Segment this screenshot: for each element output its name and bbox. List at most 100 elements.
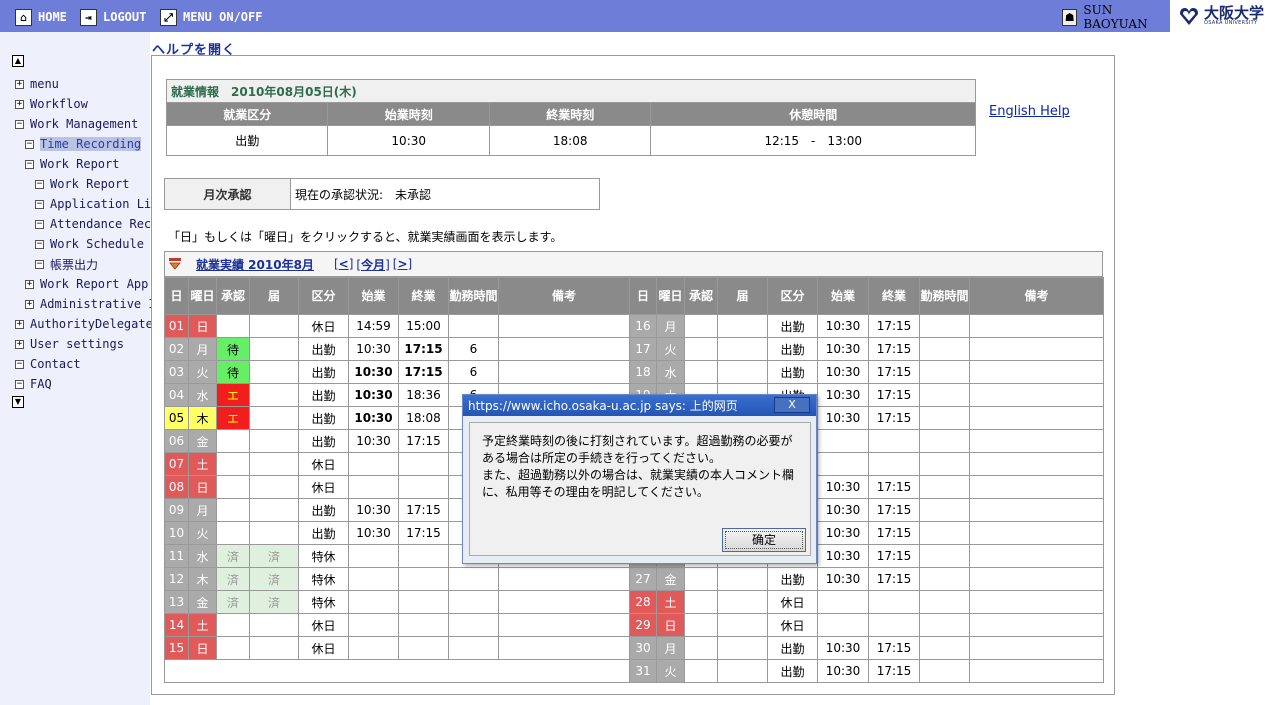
weekday-cell[interactable]: 水 <box>188 383 217 407</box>
english-help-link[interactable]: English Help <box>989 104 1070 119</box>
expand-icon[interactable]: + <box>25 279 34 289</box>
start-cell <box>348 567 399 591</box>
day-cell[interactable]: 05 <box>164 406 189 430</box>
day-cell[interactable]: 29 <box>629 613 657 637</box>
day-cell[interactable]: 08 <box>164 475 189 499</box>
weekday-cell[interactable]: 木 <box>188 567 217 591</box>
day-cell[interactable]: 14 <box>164 613 189 637</box>
weekday-cell[interactable]: 月 <box>656 314 685 338</box>
sidebar-item[interactable]: + Workflow <box>15 94 88 114</box>
dialog-ok-button[interactable]: 确定 <box>722 528 806 552</box>
collapse-icon[interactable]: − <box>35 239 44 249</box>
expand-icon[interactable]: + <box>15 319 24 329</box>
collapse-icon[interactable]: − <box>15 379 24 389</box>
day-cell[interactable]: 13 <box>164 590 189 614</box>
weekday-cell[interactable]: 金 <box>188 590 217 614</box>
sidebar-item[interactable]: − Work Schedule <box>35 234 144 254</box>
weekday-cell[interactable]: 月 <box>656 636 685 660</box>
current-month-link[interactable]: [今月] <box>356 256 389 273</box>
hours-cell <box>919 567 970 591</box>
expand-icon[interactable]: + <box>15 99 24 109</box>
expand-icon[interactable]: + <box>15 79 24 89</box>
dialog-close-button[interactable]: X <box>774 397 810 413</box>
approval-cell <box>684 337 718 361</box>
sidebar-item[interactable]: + AuthorityDelegate <box>15 314 153 334</box>
collapse-icon[interactable]: − <box>35 259 44 269</box>
weekday-cell[interactable]: 金 <box>656 567 685 591</box>
day-cell[interactable]: 28 <box>629 590 657 614</box>
collapse-icon[interactable]: − <box>25 159 34 169</box>
weekday-cell[interactable]: 水 <box>188 544 217 568</box>
day-cell[interactable]: 06 <box>164 429 189 453</box>
sidebar-item[interactable]: − 帳票出力 <box>35 254 98 274</box>
day-cell[interactable]: 12 <box>164 567 189 591</box>
sidebar-item[interactable]: − Contact <box>15 354 81 374</box>
weekday-cell[interactable]: 火 <box>656 337 685 361</box>
type-cell: 休日 <box>298 452 349 476</box>
weekday-cell[interactable]: 日 <box>188 475 217 499</box>
day-cell[interactable]: 02 <box>164 337 189 361</box>
expand-icon[interactable]: + <box>15 339 24 349</box>
weekday-cell[interactable]: 土 <box>188 613 217 637</box>
scroll-down-button[interactable]: ▼ <box>12 396 24 408</box>
day-cell[interactable]: 31 <box>629 659 657 683</box>
day-cell[interactable]: 27 <box>629 567 657 591</box>
prev-month-link[interactable]: [<] <box>334 257 353 271</box>
weekday-cell[interactable]: 金 <box>188 429 217 453</box>
weekday-cell[interactable]: 火 <box>188 521 217 545</box>
sidebar-item[interactable]: − FAQ <box>15 374 52 394</box>
weekday-cell[interactable]: 日 <box>188 636 217 660</box>
sidebar-item[interactable]: − Work Report <box>35 174 129 194</box>
notice-cell <box>717 314 768 338</box>
day-cell[interactable]: 30 <box>629 636 657 660</box>
day-cell[interactable]: 11 <box>164 544 189 568</box>
weekday-cell[interactable]: 木 <box>188 406 217 430</box>
day-cell[interactable]: 01 <box>164 314 189 338</box>
weekday-cell[interactable]: 土 <box>188 452 217 476</box>
top-bar: ⌂ HOME ⇥ LOGOUT ⤢ MENU ON/OFF ☗ SUN BAOYUAN <box>0 0 1170 32</box>
day-cell[interactable]: 15 <box>164 636 189 660</box>
sidebar-item[interactable]: + menu <box>15 74 59 94</box>
collapse-icon[interactable]: − <box>35 179 44 189</box>
sidebar-item[interactable]: + Work Report App: <box>25 274 156 294</box>
day-cell[interactable]: 17 <box>629 337 657 361</box>
next-month-link[interactable]: [>] <box>393 257 412 271</box>
collapse-icon[interactable]: − <box>15 119 24 129</box>
sidebar-item[interactable]: − Time Recording <box>25 134 142 154</box>
sidebar-item[interactable]: − Attendance Rec <box>35 214 151 234</box>
collapse-icon[interactable]: − <box>35 219 44 229</box>
type-cell: 休日 <box>767 590 818 614</box>
approval-cell <box>216 429 250 453</box>
weekday-cell[interactable]: 火 <box>656 659 685 683</box>
collapse-icon[interactable]: − <box>15 359 24 369</box>
expand-icon[interactable]: + <box>25 299 34 309</box>
sidebar-item[interactable]: − Application Li <box>35 194 151 214</box>
collapse-icon[interactable]: − <box>35 199 44 209</box>
day-cell[interactable]: 16 <box>629 314 657 338</box>
weekday-cell[interactable]: 水 <box>656 360 685 384</box>
home-button[interactable]: ⌂ HOME <box>15 8 67 26</box>
day-cell[interactable]: 04 <box>164 383 189 407</box>
sidebar-item[interactable]: − Work Management <box>15 114 138 134</box>
month-title-link[interactable]: 就業実績 2010年8月 <box>196 256 314 273</box>
day-cell[interactable]: 07 <box>164 452 189 476</box>
weekday-cell[interactable]: 日 <box>656 613 685 637</box>
weekday-cell[interactable]: 月 <box>188 337 217 361</box>
collapse-arrow-icon[interactable] <box>168 257 182 271</box>
scroll-up-button[interactable]: ▲ <box>12 55 24 67</box>
sidebar-item[interactable]: − Work Report <box>25 154 119 174</box>
sidebar-item[interactable]: + Administrative I <box>25 294 156 314</box>
logout-button[interactable]: ⇥ LOGOUT <box>80 8 146 26</box>
collapse-icon[interactable]: − <box>25 139 34 149</box>
day-cell[interactable]: 03 <box>164 360 189 384</box>
day-cell[interactable]: 18 <box>629 360 657 384</box>
day-cell[interactable]: 10 <box>164 521 189 545</box>
weekday-cell[interactable]: 日 <box>188 314 217 338</box>
approval-cell: 済 <box>216 567 250 591</box>
day-cell[interactable]: 09 <box>164 498 189 522</box>
weekday-cell[interactable]: 土 <box>656 590 685 614</box>
menu-toggle-button[interactable]: ⤢ MENU ON/OFF <box>160 8 262 26</box>
sidebar-item[interactable]: + User settings <box>15 334 124 354</box>
weekday-cell[interactable]: 月 <box>188 498 217 522</box>
weekday-cell[interactable]: 火 <box>188 360 217 384</box>
